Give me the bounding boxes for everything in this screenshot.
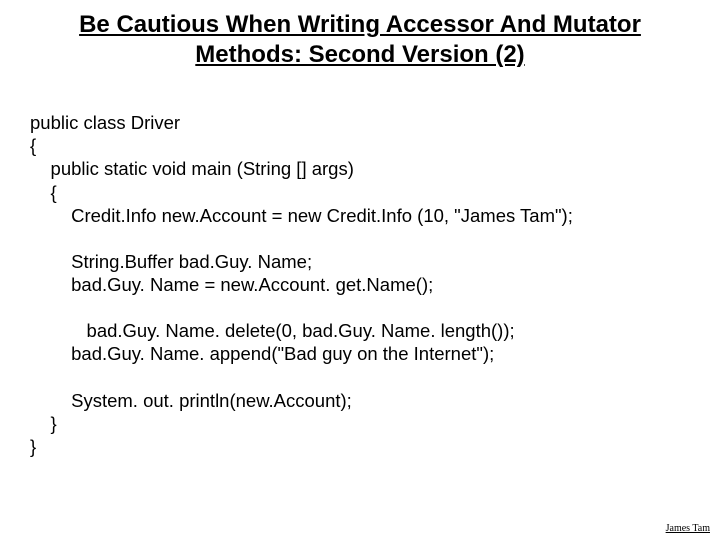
code-line: String.Buffer bad.Guy. Name; xyxy=(30,251,312,272)
code-line: Credit.Info new.Account = new Credit.Inf… xyxy=(30,205,573,226)
code-line: } xyxy=(30,436,36,457)
code-line: { xyxy=(30,182,57,203)
code-line: public class Driver xyxy=(30,112,180,133)
code-line: } xyxy=(30,413,57,434)
code-block: public class Driver { public static void… xyxy=(30,88,690,458)
code-line: System. out. println(new.Account); xyxy=(30,390,352,411)
slide-title: Be Cautious When Writing Accessor And Mu… xyxy=(30,10,690,70)
code-line: public static void main (String [] args) xyxy=(30,158,354,179)
author-footer: James Tam xyxy=(666,523,710,534)
code-line: bad.Guy. Name = new.Account. get.Name(); xyxy=(30,274,433,295)
code-line: { xyxy=(30,135,36,156)
code-line: bad.Guy. Name. delete(0, bad.Guy. Name. … xyxy=(30,320,515,341)
code-line: bad.Guy. Name. append("Bad guy on the In… xyxy=(30,343,494,364)
